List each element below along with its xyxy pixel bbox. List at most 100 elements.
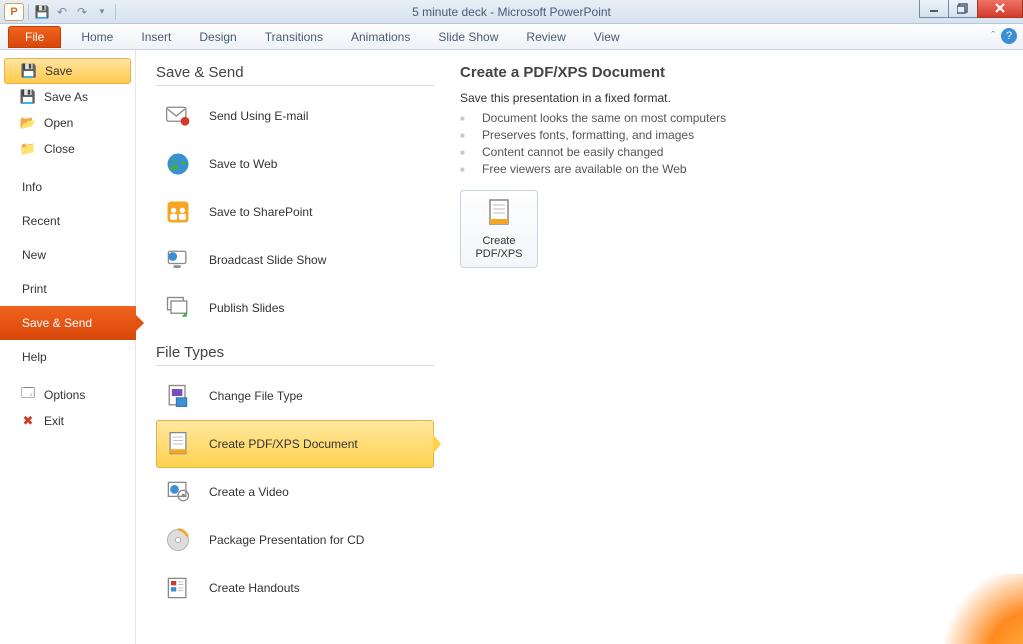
sidebar-label: Open (44, 116, 73, 130)
video-icon (163, 477, 193, 507)
detail-heading: Create a PDF/XPS Document (460, 64, 1003, 81)
redo-icon[interactable]: ↷ (73, 3, 91, 21)
exit-icon: ✖ (20, 413, 36, 429)
tab-view[interactable]: View (580, 24, 634, 49)
sidebar-save[interactable]: 💾 Save (4, 58, 131, 84)
option-label: Save to SharePoint (209, 205, 312, 219)
tab-design[interactable]: Design (185, 24, 250, 49)
minimize-ribbon-icon[interactable]: ˆ (991, 30, 995, 42)
quick-access-toolbar: P 💾 ↶ ↷ ▼ (0, 3, 118, 21)
save-icon: 💾 (21, 63, 37, 79)
sidebar-print[interactable]: Print (0, 272, 135, 306)
option-broadcast[interactable]: Broadcast Slide Show (156, 236, 434, 284)
sidebar-label: Print (22, 282, 47, 296)
button-line2: PDF/XPS (475, 248, 522, 260)
sharepoint-icon (163, 197, 193, 227)
app-icon[interactable]: P (4, 3, 24, 21)
bullet-text: Content cannot be easily changed (482, 145, 663, 159)
sidebar-label: Exit (44, 414, 64, 428)
options-icon: 🗔 (20, 387, 36, 403)
sidebar-recent[interactable]: Recent (0, 204, 135, 238)
save-send-options: Save & Send Send Using E-mail Save to We… (136, 50, 444, 644)
email-icon (163, 101, 193, 131)
undo-icon[interactable]: ↶ (53, 3, 71, 21)
sidebar-label: Recent (22, 214, 60, 228)
close-folder-icon: 📁 (20, 141, 36, 157)
bullet-text: Document looks the same on most computer… (482, 111, 726, 125)
button-line1: Create (482, 235, 515, 247)
tab-home[interactable]: Home (67, 24, 127, 49)
sidebar-exit[interactable]: ✖ Exit (0, 408, 135, 434)
sidebar-label: New (22, 248, 46, 262)
option-package-cd[interactable]: Package Presentation for CD (156, 516, 434, 564)
option-label: Create PDF/XPS Document (209, 437, 358, 451)
option-label: Package Presentation for CD (209, 533, 364, 547)
tab-slideshow[interactable]: Slide Show (424, 24, 512, 49)
section-heading: Save & Send (156, 64, 434, 81)
bullet-text: Free viewers are available on the Web (482, 162, 687, 176)
option-label: Create Handouts (209, 581, 300, 595)
option-save-web[interactable]: Save to Web (156, 140, 434, 188)
sidebar-label: Save & Send (22, 316, 92, 330)
broadcast-icon (163, 245, 193, 275)
backstage-view: 💾 Save 💾 Save As 📂 Open 📁 Close Info Rec… (0, 50, 1023, 644)
title-bar: P 💾 ↶ ↷ ▼ 5 minute deck - Microsoft Powe… (0, 0, 1023, 24)
cd-icon (163, 525, 193, 555)
save-as-icon: 💾 (20, 89, 36, 105)
sidebar-label: Options (44, 388, 85, 402)
option-label: Publish Slides (209, 301, 284, 315)
sidebar-label: Save As (44, 90, 88, 104)
detail-pane: Create a PDF/XPS Document Save this pres… (444, 50, 1023, 644)
option-change-file-type[interactable]: Change File Type (156, 372, 434, 420)
corner-flare (903, 574, 1023, 644)
option-label: Change File Type (209, 389, 303, 403)
option-create-video[interactable]: Create a Video (156, 468, 434, 516)
sidebar-info[interactable]: Info (0, 170, 135, 204)
handouts-icon (163, 573, 193, 603)
save-icon[interactable]: 💾 (33, 3, 51, 21)
tab-review[interactable]: Review (512, 24, 579, 49)
qat-dropdown-icon[interactable]: ▼ (93, 3, 111, 21)
create-pdf-xps-button[interactable]: CreatePDF/XPS (460, 190, 538, 268)
window-title: 5 minute deck - Microsoft PowerPoint (0, 5, 1023, 19)
option-publish-slides[interactable]: Publish Slides (156, 284, 434, 332)
sidebar-options[interactable]: 🗔 Options (0, 382, 135, 408)
minimize-button[interactable] (919, 0, 949, 18)
sidebar-close[interactable]: 📁 Close (0, 136, 135, 162)
option-label: Broadcast Slide Show (209, 253, 326, 267)
sidebar-new[interactable]: New (0, 238, 135, 272)
tab-file[interactable]: File (8, 26, 61, 48)
maximize-button[interactable] (948, 0, 978, 18)
tab-animations[interactable]: Animations (337, 24, 424, 49)
help-icon[interactable]: ? (1001, 28, 1017, 44)
sidebar-label: Info (22, 180, 42, 194)
open-folder-icon: 📂 (20, 115, 36, 131)
change-file-type-icon (163, 381, 193, 411)
option-label: Save to Web (209, 157, 277, 171)
sidebar-open[interactable]: 📂 Open (0, 110, 135, 136)
pdf-document-icon (482, 197, 516, 231)
sidebar-label: Close (44, 142, 75, 156)
backstage-sidebar: 💾 Save 💾 Save As 📂 Open 📁 Close Info Rec… (0, 50, 136, 644)
sidebar-save-as[interactable]: 💾 Save As (0, 84, 135, 110)
sidebar-help[interactable]: Help (0, 340, 135, 374)
window-controls (920, 0, 1023, 18)
option-create-pdf-xps[interactable]: Create PDF/XPS Document (156, 420, 434, 468)
option-send-email[interactable]: Send Using E-mail (156, 92, 434, 140)
section-heading: File Types (156, 344, 434, 361)
tab-transitions[interactable]: Transitions (251, 24, 337, 49)
pdf-document-icon (163, 429, 193, 459)
option-save-sharepoint[interactable]: Save to SharePoint (156, 188, 434, 236)
publish-icon (163, 293, 193, 323)
sidebar-label: Save (45, 64, 72, 78)
option-create-handouts[interactable]: Create Handouts (156, 564, 434, 612)
close-button[interactable] (977, 0, 1023, 18)
detail-subtext: Save this presentation in a fixed format… (460, 91, 1003, 105)
sidebar-label: Help (22, 350, 47, 364)
option-label: Send Using E-mail (209, 109, 308, 123)
bullet-text: Preserves fonts, formatting, and images (482, 128, 694, 142)
tab-insert[interactable]: Insert (127, 24, 185, 49)
sidebar-save-send[interactable]: Save & Send (0, 306, 136, 340)
globe-icon (163, 149, 193, 179)
option-label: Create a Video (209, 485, 289, 499)
